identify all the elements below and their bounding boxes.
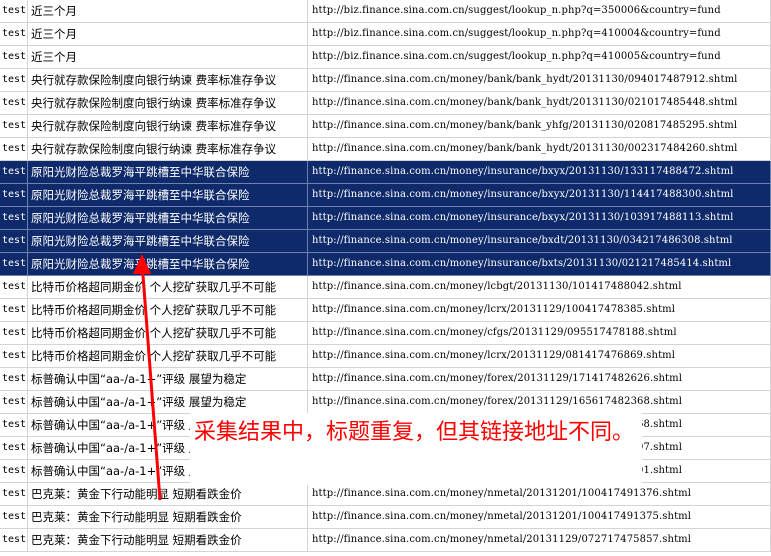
cell-url[interactable]: http://finance.sina.com.cn/money/insuran… (308, 230, 771, 252)
cell-title[interactable]: 比特币价格超同期金价 个人挖矿获取几乎不可能 (28, 322, 308, 344)
cell-url[interactable]: http://finance.sina.com.cn/money/bank/ba… (308, 138, 771, 160)
cell-tag[interactable]: test (0, 437, 28, 459)
table-row[interactable]: test 巴克莱：黄金下行动能明显 短期看跌金价 http://finance.si… (0, 483, 771, 506)
cell-title[interactable]: 标普确认中国“aa-/a-1+”评级 展望为稳定 (28, 391, 308, 413)
table-row[interactable]: test 央行就存款保险制度向银行纳谏 费率标准存争议 http://finance… (0, 115, 771, 138)
cell-url[interactable]: http://finance.sina.com.cn/money/bank/ba… (308, 69, 771, 91)
cell-title[interactable]: 央行就存款保险制度向银行纳谏 费率标准存争议 (28, 92, 308, 114)
cell-title[interactable]: 原阳光财险总裁罗海平跳槽至中华联合保险 (28, 161, 308, 183)
cell-url[interactable]: http://finance.sina.com.cn/money/nmetal/… (308, 529, 771, 551)
cell-tag[interactable]: test (0, 529, 28, 551)
cell-title[interactable]: 央行就存款保险制度向银行纳谏 费率标准存争议 (28, 138, 308, 160)
cell-url[interactable]: http://biz.finance.sina.com.cn/suggest/l… (308, 46, 771, 68)
cell-tag[interactable]: test (0, 414, 28, 436)
table-row[interactable]: test 原阳光财险总裁罗海平跳槽至中华联合保险 http://finance.si… (0, 184, 771, 207)
table-row[interactable]: test 近三个月 http://biz.finance.sina.com.cn/s… (0, 0, 771, 23)
cell-title[interactable]: 标普确认中国“aa-/a-1+”评级 展望为稳定 (28, 368, 308, 390)
cell-title[interactable]: 近三个月 (28, 0, 308, 22)
cell-title[interactable]: 比特币价格超同期金价 个人挖矿获取几乎不可能 (28, 276, 308, 298)
cell-tag[interactable]: test (0, 115, 28, 137)
table-row[interactable]: test 近三个月 http://biz.finance.sina.com.cn/s… (0, 23, 771, 46)
table-row[interactable]: test 比特币价格超同期金价 个人挖矿获取几乎不可能 http://finance… (0, 299, 771, 322)
cell-title[interactable]: 比特币价格超同期金价 个人挖矿获取几乎不可能 (28, 299, 308, 321)
cell-url[interactable]: http://finance.sina.com.cn/money/forex/2… (308, 391, 771, 413)
cell-tag[interactable]: test (0, 207, 28, 229)
cell-url[interactable]: http://finance.sina.com.cn/money/insuran… (308, 253, 771, 275)
cell-title[interactable]: 原阳光财险总裁罗海平跳槽至中华联合保险 (28, 253, 308, 275)
cell-tag[interactable]: test (0, 299, 28, 321)
cell-url[interactable]: http://finance.sina.com.cn/money/lcbgt/2… (308, 276, 771, 298)
cell-title[interactable]: 巴克莱：黄金下行动能明显 短期看跌金价 (28, 483, 308, 505)
cell-url[interactable]: http://finance.sina.com.cn/money/lcrx/20… (308, 299, 771, 321)
cell-url[interactable]: http://finance.sina.com.cn/money/bank/ba… (308, 92, 771, 114)
table-row[interactable]: test 原阳光财险总裁罗海平跳槽至中华联合保险 http://finance.si… (0, 207, 771, 230)
cell-url[interactable]: http://finance.sina.com.cn/money/nmetal/… (308, 506, 771, 528)
table-row[interactable]: test标普确认中国“aa-/a-1+”评级 展望为稳定http://finan… (0, 391, 771, 414)
cell-title[interactable]: 原阳光财险总裁罗海平跳槽至中华联合保险 (28, 184, 308, 206)
cell-tag[interactable]: test (0, 69, 28, 91)
cell-title[interactable]: 近三个月 (28, 46, 308, 68)
table-row[interactable]: test 比特币价格超同期金价 个人挖矿获取几乎不可能 http://finance… (0, 322, 771, 345)
cell-title[interactable]: 原阳光财险总裁罗海平跳槽至中华联合保险 (28, 230, 308, 252)
table-row[interactable]: test 央行就存款保险制度向银行纳谏 费率标准存争议 http://finance… (0, 92, 771, 115)
cell-url[interactable]: http://finance.sina.com.cn/money/cfgs/20… (308, 322, 771, 344)
table-row[interactable]: test 央行就存款保险制度向银行纳谏 费率标准存争议 http://finance… (0, 138, 771, 161)
cell-url[interactable]: http://finance.sina.com.cn/money/insuran… (308, 161, 771, 183)
cell-tag[interactable]: test (0, 230, 28, 252)
cell-tag[interactable]: test (0, 391, 28, 413)
cell-url[interactable]: http://finance.sina.com.cn/money/lcrx/20… (308, 345, 771, 367)
cell-tag[interactable]: test (0, 161, 28, 183)
cell-title[interactable]: 近三个月 (28, 23, 308, 45)
cell-tag[interactable]: test (0, 184, 28, 206)
cell-url[interactable]: http://finance.sina.com.cn/money/insuran… (308, 184, 771, 206)
cell-tag[interactable]: test (0, 253, 28, 275)
cell-tag[interactable]: test (0, 483, 28, 505)
table-row[interactable]: test 巴克莱：黄金下行动能明显 短期看跌金价 http://finance.si… (0, 529, 771, 552)
cell-title[interactable]: 央行就存款保险制度向银行纳谏 费率标准存争议 (28, 69, 308, 91)
table-row[interactable]: test 近三个月 http://biz.finance.sina.com.cn/s… (0, 46, 771, 69)
cell-title[interactable]: 巴克莱：黄金下行动能明显 短期看跌金价 (28, 529, 308, 551)
cell-tag[interactable]: test (0, 0, 28, 22)
cell-tag[interactable]: test (0, 46, 28, 68)
table-row[interactable]: test 比特币价格超同期金价 个人挖矿获取几乎不可能 http://finance… (0, 345, 771, 368)
cell-tag[interactable]: test (0, 92, 28, 114)
cell-title[interactable]: 央行就存款保险制度向银行纳谏 费率标准存争议 (28, 115, 308, 137)
table-row[interactable]: test 原阳光财险总裁罗海平跳槽至中华联合保险 http://finance.si… (0, 161, 771, 184)
cell-url[interactable]: http://finance.sina.com.cn/money/insuran… (308, 207, 771, 229)
cell-tag[interactable]: test (0, 276, 28, 298)
cell-tag[interactable]: test (0, 138, 28, 160)
annotation-text: 采集结果中，标题重复，但其链接地址不同。 (194, 420, 635, 445)
cell-tag[interactable]: test (0, 345, 28, 367)
cell-title[interactable]: 原阳光财险总裁罗海平跳槽至中华联合保险 (28, 207, 308, 229)
cell-url[interactable]: http://biz.finance.sina.com.cn/suggest/l… (308, 23, 771, 45)
cell-title[interactable]: 比特币价格超同期金价 个人挖矿获取几乎不可能 (28, 345, 308, 367)
cell-url[interactable]: http://finance.sina.com.cn/money/bank/ba… (308, 115, 771, 137)
table-row[interactable]: test 央行就存款保险制度向银行纳谏 费率标准存争议 http://finance… (0, 69, 771, 92)
cell-tag[interactable]: test (0, 506, 28, 528)
table-row[interactable]: test 比特币价格超同期金价 个人挖矿获取几乎不可能 http://finance… (0, 276, 771, 299)
cell-url[interactable]: http://biz.finance.sina.com.cn/suggest/l… (308, 0, 771, 22)
cell-tag[interactable]: test (0, 23, 28, 45)
cell-url[interactable]: http://finance.sina.com.cn/money/forex/2… (308, 368, 771, 390)
table-row[interactable]: test 原阳光财险总裁罗海平跳槽至中华联合保险 http://finance.si… (0, 253, 771, 276)
cell-title[interactable]: 巴克莱：黄金下行动能明显 短期看跌金价 (28, 506, 308, 528)
table-row[interactable]: test 巴克莱：黄金下行动能明显 短期看跌金价 http://finance.si… (0, 506, 771, 529)
cell-tag[interactable]: test (0, 322, 28, 344)
cell-tag[interactable]: test (0, 368, 28, 390)
table-row[interactable]: test标普确认中国“aa-/a-1+”评级 展望为稳定http://finan… (0, 368, 771, 391)
cell-url[interactable]: http://finance.sina.com.cn/money/nmetal/… (308, 483, 771, 505)
annotation-note: 采集结果中，标题重复，但其链接地址不同。 (190, 413, 642, 485)
table-row[interactable]: test 原阳光财险总裁罗海平跳槽至中华联合保险 http://finance.si… (0, 230, 771, 253)
cell-tag[interactable]: test (0, 460, 28, 482)
